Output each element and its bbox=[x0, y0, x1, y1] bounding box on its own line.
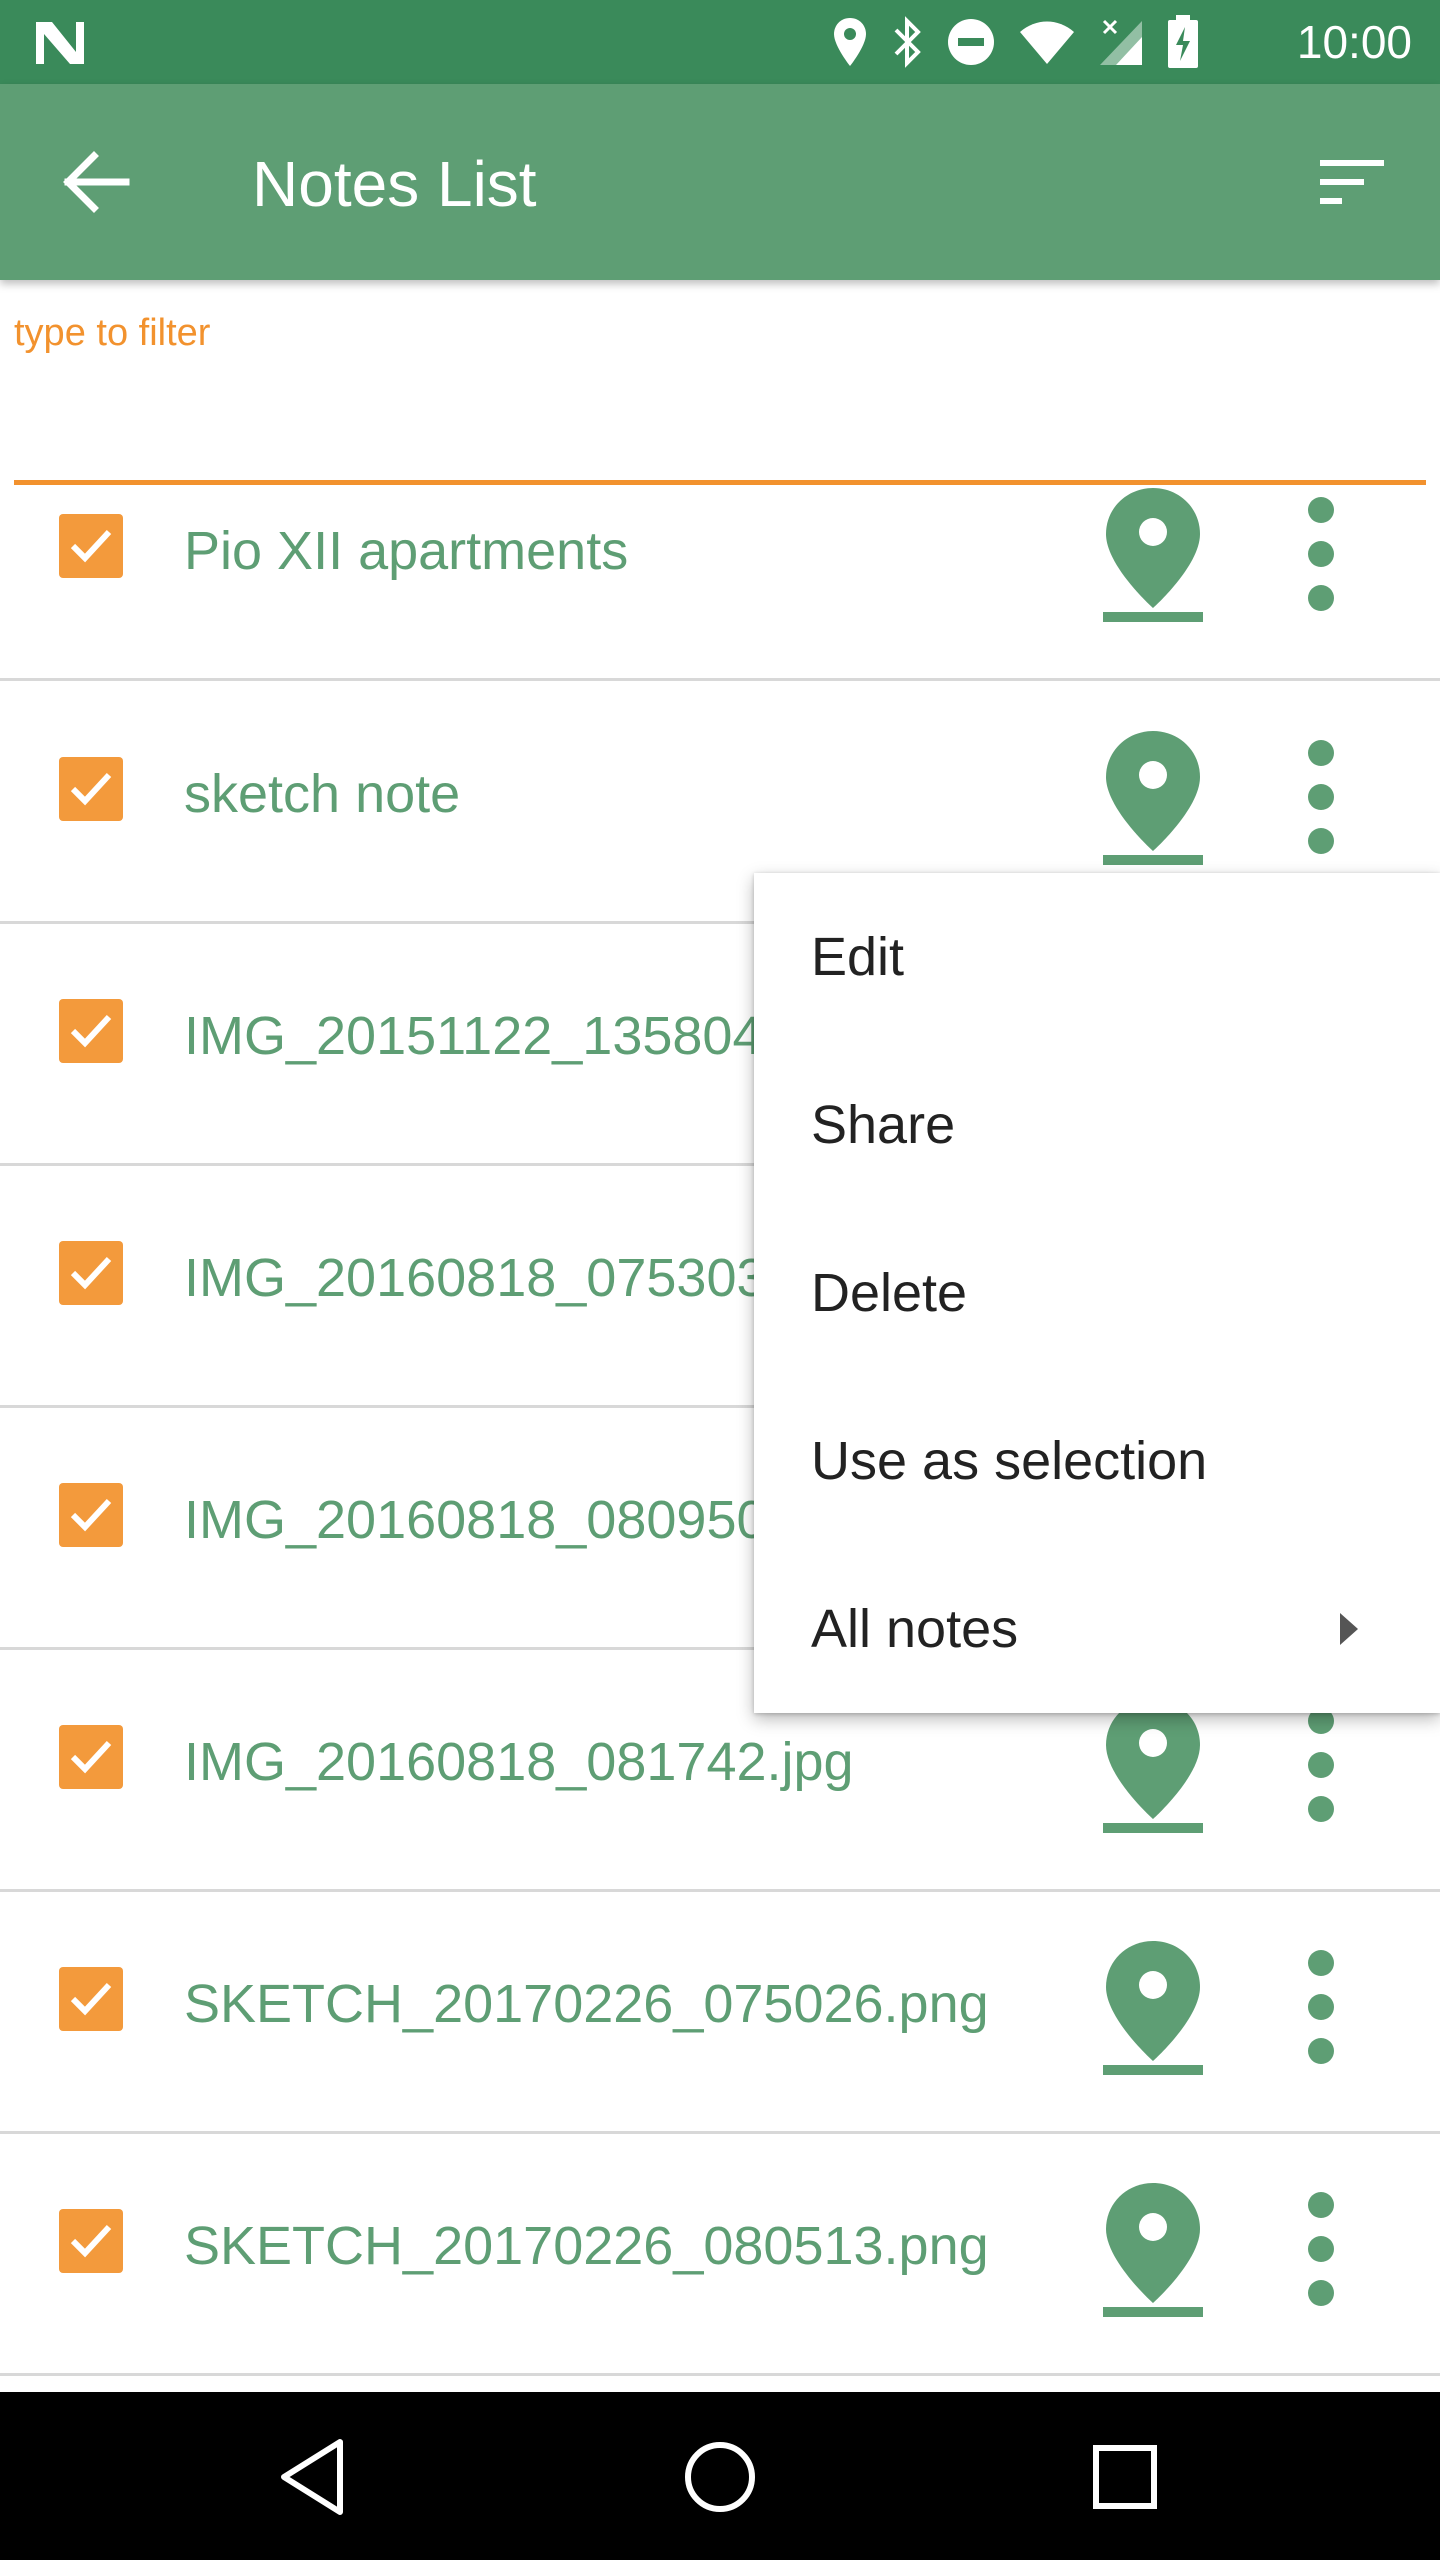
context-menu: Edit Share Delete Use as selection All n… bbox=[754, 873, 1440, 1713]
n-logo-icon bbox=[36, 22, 84, 64]
map-pin-icon[interactable] bbox=[1100, 727, 1206, 867]
menu-item-label: Use as selection bbox=[811, 1431, 1208, 1491]
more-vert-icon[interactable] bbox=[1296, 1705, 1346, 1825]
note-title: Pio XII apartments bbox=[184, 521, 629, 581]
more-vert-icon[interactable] bbox=[1296, 1947, 1346, 2067]
menu-item-label: Edit bbox=[811, 927, 905, 987]
note-title: IMG_20160818_081742.jpg bbox=[184, 1732, 854, 1792]
menu-item-label: All notes bbox=[811, 1599, 1019, 1659]
navigation-bar bbox=[0, 2392, 1440, 2560]
note-title: IMG_20160818_075303 bbox=[184, 1248, 767, 1308]
filter-input[interactable] bbox=[14, 370, 1430, 482]
more-vert-icon[interactable] bbox=[1296, 494, 1346, 614]
menu-item-all-notes[interactable]: All notes bbox=[754, 1545, 1440, 1713]
list-item[interactable]: SKETCH_20170226_075026.png bbox=[0, 1889, 1440, 2134]
check-icon bbox=[70, 772, 112, 806]
list-item[interactable]: SKETCH_20170226_080513.png bbox=[0, 2131, 1440, 2376]
menu-item-share[interactable]: Share bbox=[754, 1041, 1440, 1209]
status-icons bbox=[832, 14, 1200, 70]
note-checkbox[interactable] bbox=[59, 2209, 123, 2273]
wifi-icon bbox=[1020, 21, 1074, 64]
check-icon bbox=[70, 1498, 112, 1532]
location-icon bbox=[834, 18, 866, 66]
map-pin-icon[interactable] bbox=[1100, 1695, 1206, 1835]
more-vert-icon[interactable] bbox=[1296, 2189, 1346, 2309]
filter-label: type to filter bbox=[14, 312, 211, 354]
page-title: Notes List bbox=[252, 148, 537, 220]
map-pin-icon[interactable] bbox=[1100, 2179, 1206, 2319]
menu-item-label: Delete bbox=[811, 1263, 968, 1323]
home-circle-icon[interactable] bbox=[677, 2434, 763, 2520]
more-vert-icon[interactable] bbox=[1296, 737, 1346, 857]
note-checkbox[interactable] bbox=[59, 757, 123, 821]
check-icon bbox=[70, 1740, 112, 1774]
map-pin-icon[interactable] bbox=[1100, 486, 1206, 624]
check-icon bbox=[70, 529, 112, 563]
check-icon bbox=[70, 1256, 112, 1290]
bluetooth-icon bbox=[894, 16, 921, 68]
note-checkbox[interactable] bbox=[59, 1483, 123, 1547]
menu-item-use-as-selection[interactable]: Use as selection bbox=[754, 1377, 1440, 1545]
note-checkbox[interactable] bbox=[59, 1967, 123, 2031]
check-icon bbox=[70, 2224, 112, 2258]
list-item[interactable]: Pio XII apartments bbox=[0, 486, 1440, 681]
recents-square-icon[interactable] bbox=[1082, 2434, 1168, 2520]
map-pin-icon[interactable] bbox=[1100, 1937, 1206, 2077]
note-title: IMG_20151122_135804 bbox=[184, 1006, 763, 1066]
menu-item-edit[interactable]: Edit bbox=[754, 873, 1440, 1041]
note-checkbox[interactable] bbox=[59, 514, 123, 578]
note-checkbox[interactable] bbox=[59, 999, 123, 1063]
do-not-disturb-icon bbox=[948, 19, 994, 65]
submenu-arrow-icon bbox=[1340, 1613, 1358, 1645]
note-title: sketch note bbox=[184, 764, 461, 824]
back-triangle-icon[interactable] bbox=[272, 2434, 358, 2520]
check-icon bbox=[70, 1014, 112, 1048]
note-title: SKETCH_20170226_080513.png bbox=[184, 2216, 989, 2276]
status-time: 10:00 bbox=[1296, 16, 1412, 68]
filter-underline bbox=[14, 480, 1426, 485]
arrow-back-icon[interactable] bbox=[60, 150, 130, 214]
menu-item-delete[interactable]: Delete bbox=[754, 1209, 1440, 1377]
menu-item-label: Share bbox=[811, 1095, 956, 1155]
note-checkbox[interactable] bbox=[59, 1725, 123, 1789]
cellular-no-signal-icon bbox=[1100, 19, 1142, 65]
note-checkbox[interactable] bbox=[59, 1241, 123, 1305]
note-title: IMG_20160818_080950 bbox=[184, 1490, 767, 1550]
check-icon bbox=[70, 1982, 112, 2016]
battery-charging-icon bbox=[1168, 15, 1198, 68]
app-bar: Notes List bbox=[0, 84, 1440, 280]
status-bar: 10:00 bbox=[0, 0, 1440, 84]
note-title: SKETCH_20170226_075026.png bbox=[184, 1974, 989, 2034]
sort-icon[interactable] bbox=[1316, 154, 1388, 210]
